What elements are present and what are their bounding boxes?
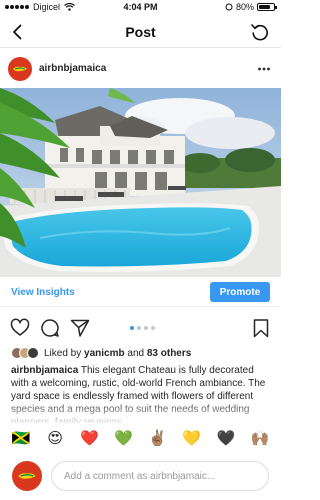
likes-count[interactable]: 83 others — [147, 348, 191, 359]
caption-username[interactable]: airbnbjamaica — [11, 365, 78, 376]
likes-prefix: Liked by — [44, 347, 82, 359]
refresh-icon[interactable] — [249, 21, 271, 43]
status-right: 80% — [225, 2, 277, 12]
avatar — [12, 461, 42, 491]
jamaica-map-icon — [13, 66, 27, 72]
view-insights-link[interactable]: View Insights — [11, 287, 75, 298]
post-actions — [0, 314, 281, 340]
bookmark-icon[interactable] — [251, 318, 271, 338]
status-bar: Digicel 4:04 PM 80% — [0, 0, 281, 16]
likes-and: and — [127, 347, 145, 359]
comment-input[interactable] — [51, 461, 269, 491]
carousel-dot — [130, 326, 134, 330]
emoji-reaction-button[interactable]: 💚 — [112, 429, 134, 447]
emoji-reaction-button[interactable]: ❤️ — [78, 429, 100, 447]
villa-pool-photo — [0, 88, 281, 277]
share-icon[interactable] — [70, 318, 90, 338]
likes-row[interactable]: Liked by yanicmb and 83 others — [11, 345, 191, 361]
nav-bar: Post — [0, 16, 281, 48]
more-options-icon[interactable] — [257, 62, 271, 76]
caption-fade — [0, 400, 281, 424]
emoji-reaction-button[interactable]: 🙌🏽 — [249, 429, 271, 447]
comment-bar — [0, 457, 281, 497]
avatar[interactable] — [8, 57, 32, 81]
post-image[interactable] — [0, 88, 281, 277]
emoji-reaction-button[interactable]: ✌🏽 — [147, 429, 169, 447]
orientation-lock-icon — [225, 3, 233, 11]
jamaica-map-icon — [18, 473, 36, 479]
carousel-dot — [137, 326, 141, 330]
promote-button[interactable]: Promote — [210, 282, 270, 302]
emoji-reaction-button[interactable]: 🇯🇲 — [10, 429, 32, 447]
post-username[interactable]: airbnbjamaica — [39, 63, 106, 74]
carousel-dot — [151, 326, 155, 330]
carousel-indicator — [130, 326, 155, 330]
heart-icon[interactable] — [10, 318, 30, 338]
liker-username[interactable]: yanicmb — [84, 348, 125, 359]
liker-avatars — [11, 347, 39, 359]
insights-bar: View Insights Promote — [0, 279, 281, 307]
page-title: Post — [125, 24, 156, 40]
avatar — [27, 347, 39, 359]
emoji-quick-bar: 🇯🇲 😍 ❤️ 💚 ✌🏽 💛 🖤 🙌🏽 — [0, 424, 281, 452]
comment-icon[interactable] — [40, 318, 60, 338]
emoji-reaction-button[interactable]: 🖤 — [215, 429, 237, 447]
emoji-reaction-button[interactable]: 💛 — [181, 429, 203, 447]
battery-icon — [257, 3, 277, 11]
carousel-dot — [144, 326, 148, 330]
battery-fill — [259, 5, 271, 9]
post-header: airbnbjamaica — [0, 52, 281, 86]
emoji-reaction-button[interactable]: 😍 — [44, 429, 66, 447]
battery-percent: 80% — [235, 2, 254, 12]
